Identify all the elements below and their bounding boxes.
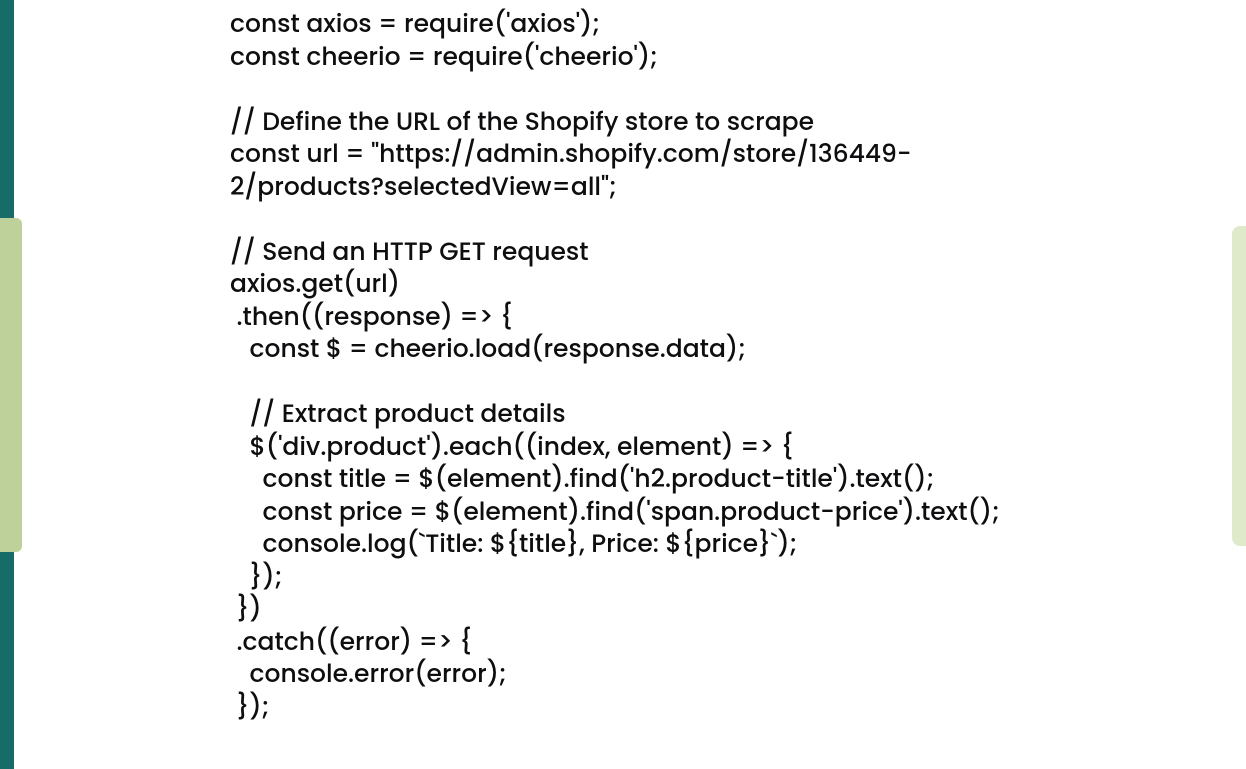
left-stripe-middle (0, 218, 22, 552)
code-text[interactable]: const axios = require('axios'); const ch… (230, 8, 1060, 723)
code-block[interactable]: const axios = require('axios'); const ch… (230, 8, 1060, 723)
right-sidebar-handle (1232, 226, 1246, 546)
left-stripe-top (0, 0, 14, 218)
left-stripe-bottom (0, 552, 14, 769)
